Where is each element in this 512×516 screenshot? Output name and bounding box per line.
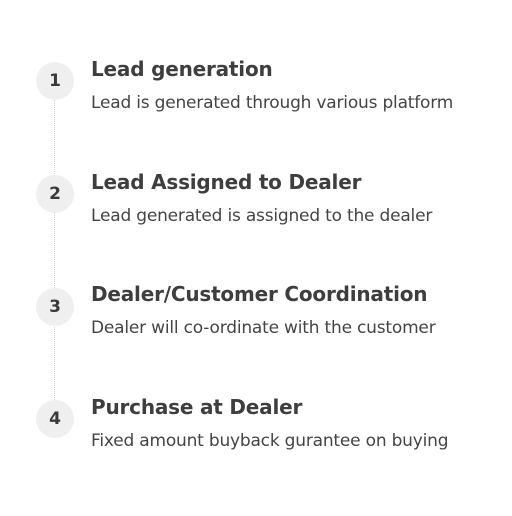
step-number-badge: 2 (36, 175, 74, 213)
timeline-step-2: 2 Lead Assigned to Dealer Lead generated… (36, 170, 506, 250)
step-number-badge: 3 (36, 288, 74, 326)
step-title: Lead Assigned to Dealer (91, 170, 362, 194)
step-title: Purchase at Dealer (91, 395, 303, 419)
step-number-badge: 1 (36, 62, 74, 100)
step-description: Lead generated is assigned to the dealer (91, 206, 433, 226)
step-description: Fixed amount buyback gurantee on buying (91, 431, 449, 451)
step-description: Dealer will co-ordinate with the custome… (91, 318, 436, 338)
timeline-step-4: 4 Purchase at Dealer Fixed amount buybac… (36, 395, 506, 475)
step-title: Dealer/Customer Coordination (91, 282, 428, 306)
timeline-step-1: 1 Lead generation Lead is generated thro… (36, 57, 506, 137)
timeline-step-3: 3 Dealer/Customer Coordination Dealer wi… (36, 282, 506, 362)
step-number-badge: 4 (36, 400, 74, 438)
step-title: Lead generation (91, 57, 273, 81)
process-timeline: 1 Lead generation Lead is generated thro… (0, 0, 512, 516)
step-description: Lead is generated through various platfo… (91, 93, 454, 113)
